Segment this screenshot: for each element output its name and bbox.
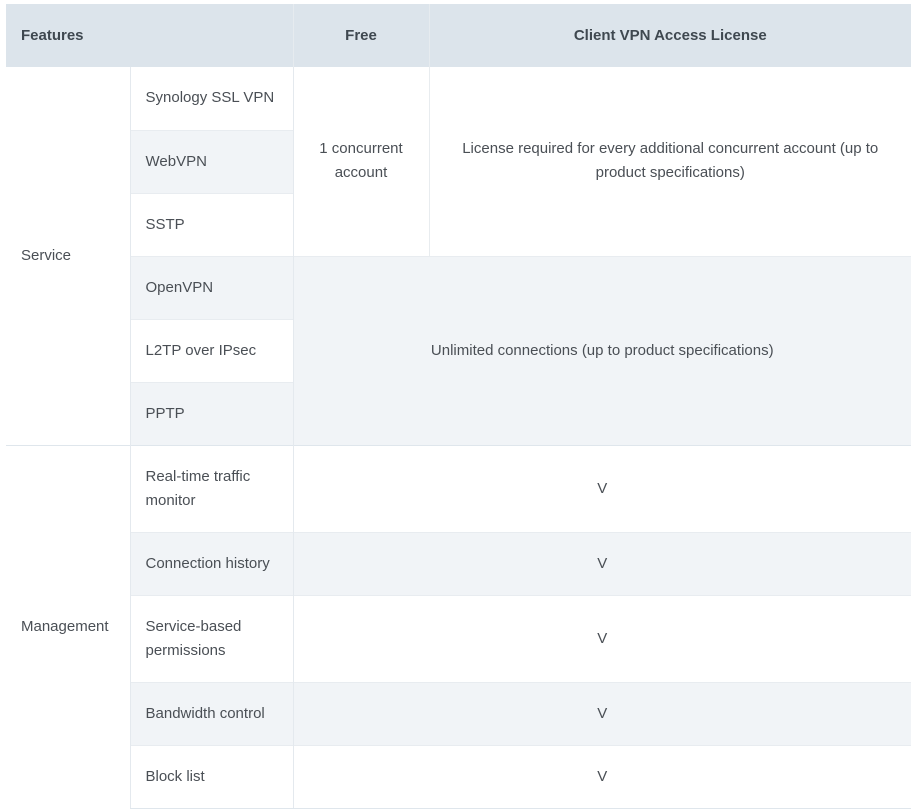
table-row: Connection history V	[6, 531, 911, 595]
feature-cell: Block list	[129, 744, 294, 809]
feature-cell: Service-based permissions	[129, 594, 294, 682]
feature-cell: Bandwidth control	[129, 681, 294, 745]
header-row: Features Free Client VPN Access License	[6, 4, 911, 67]
feature-cell: WebVPN	[129, 129, 294, 193]
table-row: Service-based permissions V	[6, 594, 911, 682]
feature-cell: Connection history	[129, 531, 294, 595]
header-features: Features	[6, 4, 293, 67]
table-row: Bandwidth control V	[6, 681, 911, 745]
header-free: Free	[292, 4, 429, 67]
check-value: V	[293, 444, 911, 532]
license-limited-cell: License required for every additional co…	[428, 67, 911, 256]
feature-cell: Real-time traffic monitor	[129, 444, 294, 532]
table-row: Service Synology SSL VPN 1 concurrent ac…	[6, 67, 911, 445]
feature-cell: OpenVPN	[129, 255, 294, 319]
feature-cell: Synology SSL VPN	[129, 67, 294, 130]
table-row: Management Real-time traffic monitor V	[6, 444, 911, 808]
feature-comparison-table: Features Free Client VPN Access License …	[6, 4, 911, 809]
feature-cell: L2TP over IPsec	[129, 318, 294, 382]
check-value: V	[293, 681, 911, 745]
category-management: Management	[6, 444, 130, 808]
table-row: Block list V	[6, 744, 911, 809]
category-service: Service	[6, 67, 130, 445]
feature-cell: PPTP	[129, 381, 294, 445]
check-value: V	[293, 531, 911, 595]
header-license: Client VPN Access License	[428, 4, 911, 67]
check-value: V	[293, 594, 911, 682]
feature-cell: SSTP	[129, 192, 294, 256]
table-row: OpenVPN Unlimited connections (up to pro…	[6, 255, 911, 445]
free-limited-cell: 1 concurrent account	[293, 67, 429, 256]
unlimited-cell: Unlimited connections (up to product spe…	[293, 255, 911, 445]
check-value: V	[293, 744, 911, 809]
